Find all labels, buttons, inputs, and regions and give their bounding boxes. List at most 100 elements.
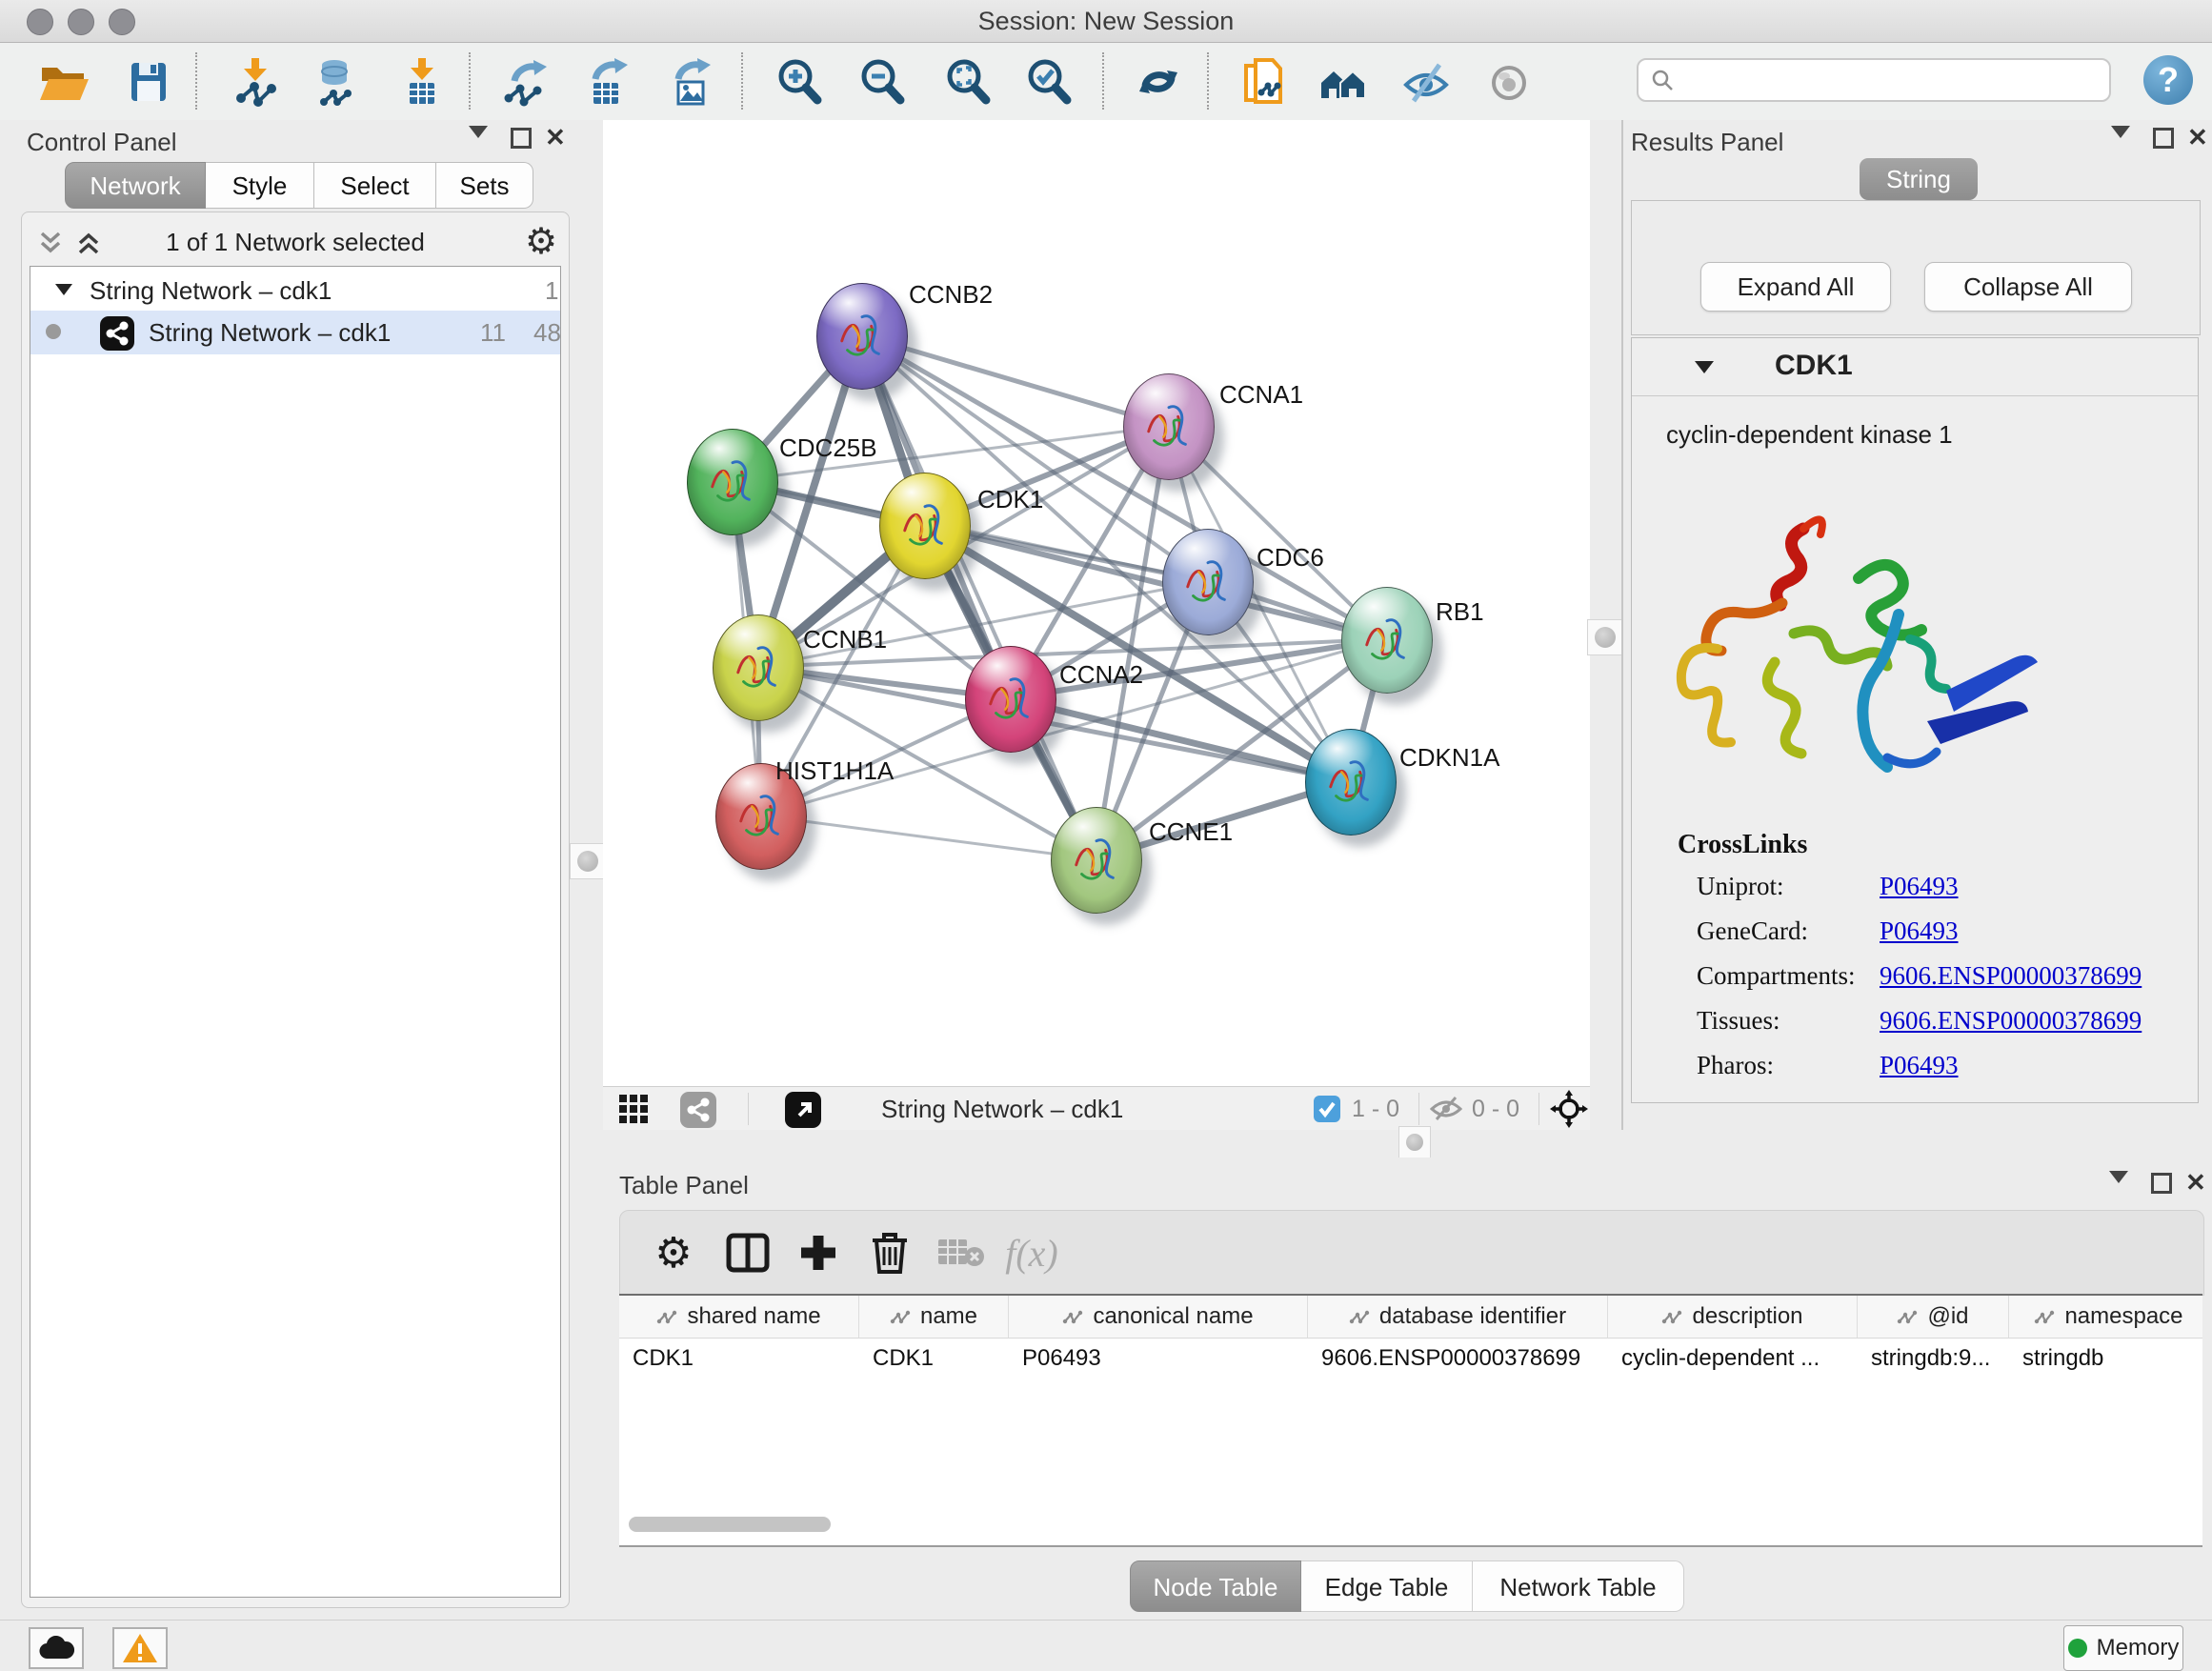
table-cell[interactable]: cyclin-dependent ... xyxy=(1608,1339,1858,1379)
column-header-namespace[interactable]: namespace xyxy=(2009,1296,2202,1338)
hide-selected-button[interactable] xyxy=(1399,55,1453,109)
tab-network-table[interactable]: Network Table xyxy=(1473,1560,1684,1612)
column-header-description[interactable]: description xyxy=(1608,1296,1858,1338)
table-row[interactable]: CDK1CDK1P064939606.ENSP00000378699cyclin… xyxy=(619,1339,2202,1379)
memory-button[interactable]: Memory xyxy=(2063,1625,2183,1671)
table-cell[interactable]: CDK1 xyxy=(619,1339,859,1379)
column-header-canonical-name[interactable]: canonical name xyxy=(1009,1296,1308,1338)
crosslink-link[interactable]: P06493 xyxy=(1880,872,1959,900)
network-node-CCNE1[interactable] xyxy=(1051,807,1142,914)
edge-CCNE1-HIST1H1A[interactable] xyxy=(760,815,1096,859)
help-button[interactable]: ? xyxy=(2143,55,2193,105)
network-node-CDKN1A[interactable] xyxy=(1305,729,1397,836)
control-panel-float-button[interactable] xyxy=(511,128,532,153)
warning-status-button[interactable] xyxy=(112,1627,168,1669)
delete-column-button[interactable] xyxy=(863,1226,916,1279)
table-horizontal-scrollbar[interactable] xyxy=(619,1517,2202,1532)
network-node-CCNB1[interactable] xyxy=(713,614,804,721)
show-columns-button[interactable] xyxy=(721,1226,774,1279)
edge-CCNB2-CCNA1[interactable] xyxy=(861,335,1168,426)
column-header-name[interactable]: name xyxy=(859,1296,1009,1338)
scrollbar-thumb[interactable] xyxy=(629,1517,831,1532)
toolbar-search-box[interactable] xyxy=(1637,58,2111,102)
crosslink-link[interactable]: 9606.ENSP00000378699 xyxy=(1880,961,2142,990)
tab-node-table[interactable]: Node Table xyxy=(1130,1560,1301,1612)
table-cell[interactable]: P06493 xyxy=(1009,1339,1308,1379)
tab-sets[interactable]: Sets xyxy=(436,162,533,209)
table-panel-close-button[interactable]: ✕ xyxy=(2185,1173,2206,1192)
crosslink-link[interactable]: 9606.ENSP00000378699 xyxy=(1880,1006,2142,1035)
fit-selected-crosshair-icon[interactable] xyxy=(1550,1090,1588,1128)
network-collection-row[interactable]: String Network – cdk1 1 xyxy=(30,271,560,314)
control-panel-menu-button[interactable] xyxy=(469,126,488,143)
zoom-fit-button[interactable] xyxy=(941,55,995,109)
splitter-handle[interactable] xyxy=(1398,1126,1431,1158)
apply-layout-button[interactable] xyxy=(1132,55,1185,109)
network-view-canvas[interactable]: CCNB2CCNA1CDC25BCDK1CDC6RB1CCNB1CCNA2CDK… xyxy=(603,120,1590,1086)
control-panel-close-button[interactable]: ✕ xyxy=(545,128,566,147)
tree-expand-icon[interactable] xyxy=(55,284,72,295)
network-node-RB1[interactable] xyxy=(1341,587,1433,694)
network-node-CDC6[interactable] xyxy=(1162,529,1254,635)
edge-CCNB2-CCNE1[interactable] xyxy=(861,335,1096,859)
grid-view-icon[interactable] xyxy=(619,1095,669,1123)
import-network-database-button[interactable] xyxy=(310,55,363,109)
right-splitter[interactable] xyxy=(1590,120,1621,1130)
tab-edge-table[interactable]: Edge Table xyxy=(1301,1560,1473,1612)
first-neighbors-button[interactable] xyxy=(1317,55,1370,109)
expand-all-button[interactable]: Expand All xyxy=(1700,262,1891,312)
table-cell[interactable]: stringdb xyxy=(2009,1339,2202,1379)
cloud-status-button[interactable] xyxy=(29,1627,84,1669)
network-node-CCNA1[interactable] xyxy=(1123,373,1215,480)
tab-style[interactable]: Style xyxy=(206,162,314,209)
network-node-CDC25B[interactable] xyxy=(687,429,778,535)
export-network-button[interactable] xyxy=(500,55,553,109)
table-cell[interactable]: stringdb:9... xyxy=(1858,1339,2009,1379)
network-node-CCNA2[interactable] xyxy=(965,646,1056,753)
splitter-handle[interactable] xyxy=(570,843,606,879)
import-table-button[interactable] xyxy=(395,55,449,109)
bottom-splitter[interactable] xyxy=(603,1130,2212,1158)
save-session-button[interactable] xyxy=(122,55,175,109)
column-header-@id[interactable]: @id xyxy=(1858,1296,2009,1338)
column-header-shared-name[interactable]: shared name xyxy=(619,1296,859,1338)
import-network-file-button[interactable] xyxy=(229,55,282,109)
search-input[interactable] xyxy=(1682,66,2109,94)
export-table-button[interactable] xyxy=(581,55,634,109)
export-image-button[interactable] xyxy=(664,55,717,109)
column-header-database-identifier[interactable]: database identifier xyxy=(1308,1296,1608,1338)
tab-string[interactable]: String xyxy=(1860,158,1978,200)
table-settings-gear-icon[interactable]: ⚙ xyxy=(647,1226,700,1279)
table-panel-menu-button[interactable] xyxy=(2109,1171,2128,1188)
gear-icon[interactable]: ⚙ xyxy=(525,220,557,263)
zoom-selected-button[interactable] xyxy=(1022,55,1076,109)
zoom-in-button[interactable] xyxy=(773,55,826,109)
network-node-CDK1[interactable] xyxy=(879,473,971,579)
splitter-handle[interactable] xyxy=(1587,619,1623,655)
left-splitter[interactable] xyxy=(572,120,603,1620)
protein-section-header[interactable]: CDK1 xyxy=(1632,348,2198,396)
show-all-button[interactable] xyxy=(1482,55,1536,109)
network-share-icon[interactable] xyxy=(679,1091,717,1129)
detach-view-icon[interactable] xyxy=(784,1091,822,1129)
table-cell[interactable]: 9606.ENSP00000378699 xyxy=(1308,1339,1608,1379)
open-session-button[interactable] xyxy=(36,55,90,109)
tab-select[interactable]: Select xyxy=(314,162,436,209)
hidden-eye-slash-icon[interactable] xyxy=(1430,1096,1462,1122)
selected-checkbox-icon[interactable] xyxy=(1313,1095,1341,1123)
results-panel-menu-button[interactable] xyxy=(2111,126,2130,143)
crosslink-link[interactable]: P06493 xyxy=(1880,1051,1959,1079)
results-panel-float-button[interactable] xyxy=(2153,128,2174,153)
table-cell[interactable]: CDK1 xyxy=(859,1339,1009,1379)
new-network-from-selection-button[interactable] xyxy=(1236,55,1289,109)
network-node-CCNB2[interactable] xyxy=(816,283,908,390)
create-column-button[interactable] xyxy=(792,1226,845,1279)
tab-network[interactable]: Network xyxy=(65,162,206,209)
results-panel-close-button[interactable]: ✕ xyxy=(2187,128,2208,147)
collapse-all-button[interactable]: Collapse All xyxy=(1924,262,2132,312)
collapse-section-icon[interactable] xyxy=(1695,361,1714,373)
table-panel-float-button[interactable] xyxy=(2151,1173,2172,1198)
network-row-selected[interactable]: String Network – cdk1 11 48 xyxy=(30,311,560,354)
crosslink-link[interactable]: P06493 xyxy=(1880,916,1959,945)
zoom-out-button[interactable] xyxy=(855,55,909,109)
